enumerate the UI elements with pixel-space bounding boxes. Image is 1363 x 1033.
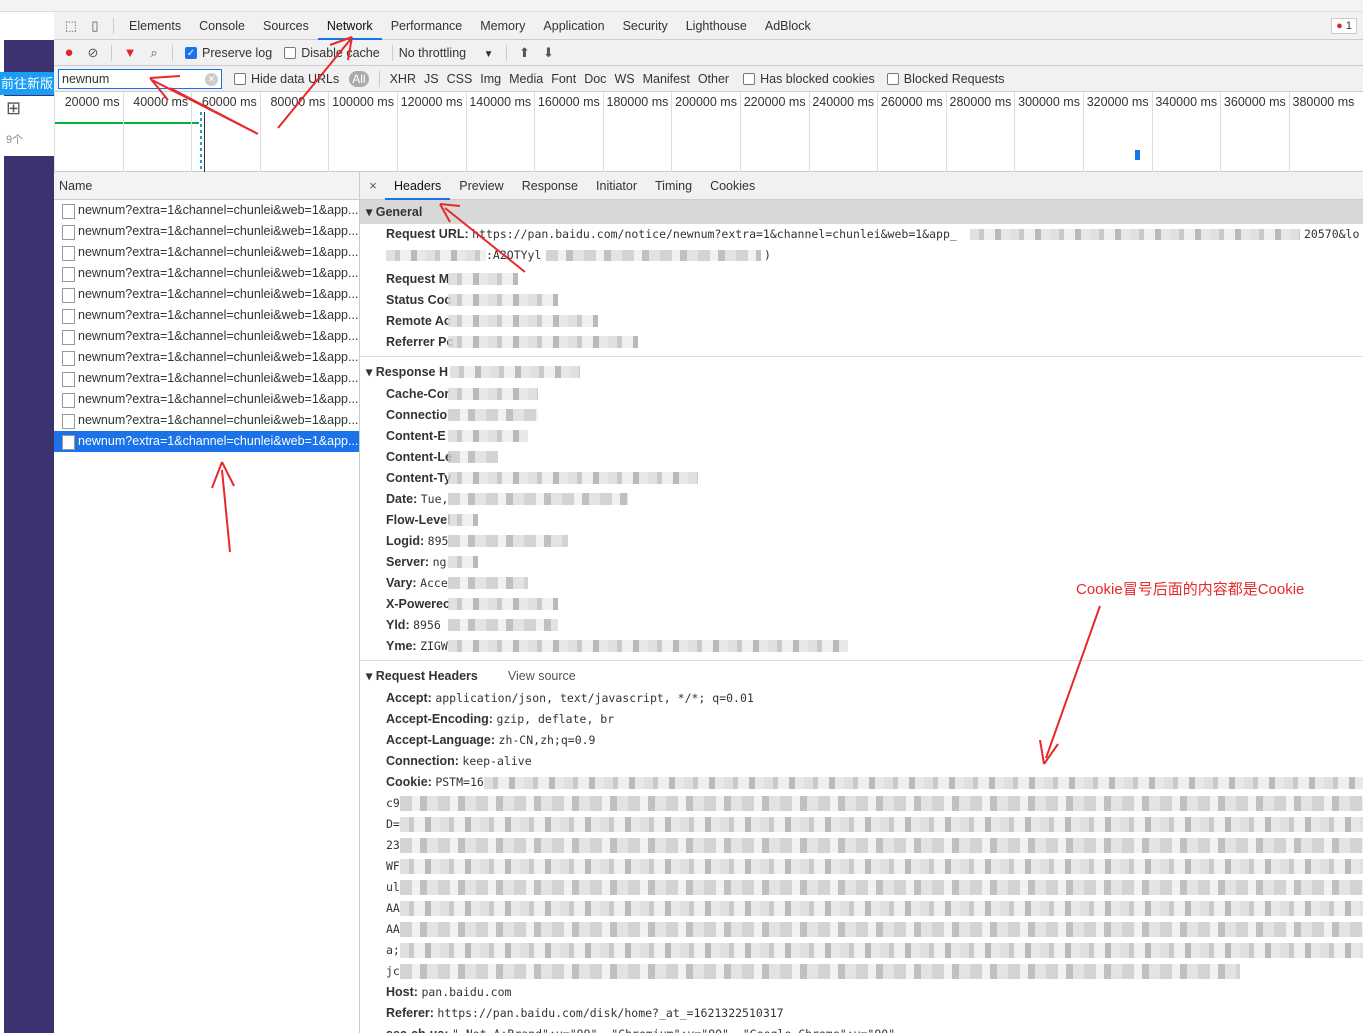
arrow-to-cookie xyxy=(1039,605,1101,765)
annotation-arrows xyxy=(149,36,1101,765)
arrow-to-filter xyxy=(149,75,259,135)
arrow-to-selected-request xyxy=(211,461,235,553)
arrow-to-network-tab xyxy=(277,36,353,129)
arrow-to-headers-tab xyxy=(439,203,526,273)
